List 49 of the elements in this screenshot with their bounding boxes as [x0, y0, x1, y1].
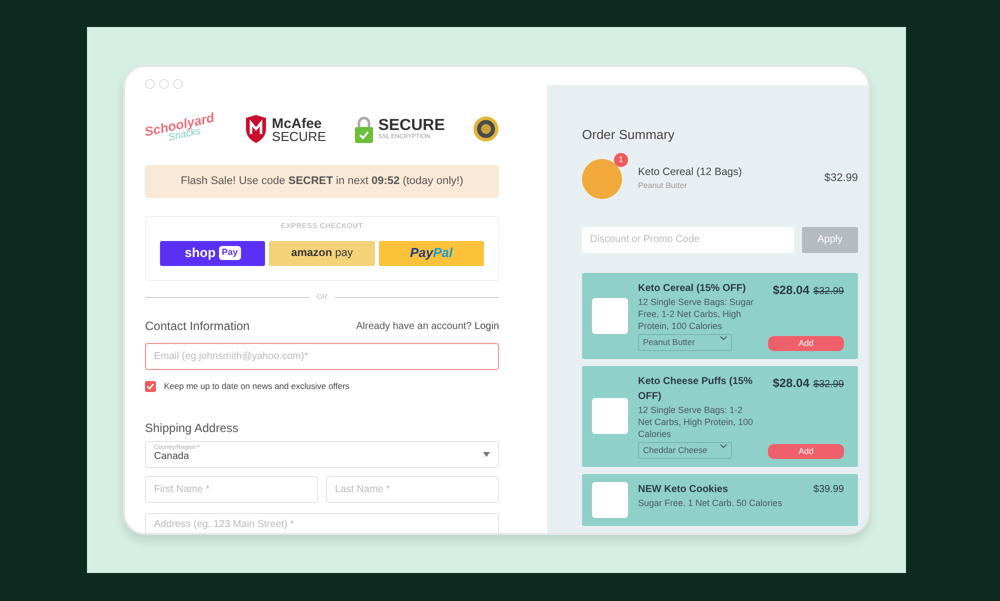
checkbox[interactable]	[145, 380, 156, 392]
logo-text: McAfee	[272, 116, 323, 130]
product-price: $39.99	[813, 482, 844, 497]
section-title: Shipping Address	[145, 420, 240, 437]
variant-dropdown[interactable]: Peanut Butter	[638, 334, 732, 351]
product-image	[592, 398, 628, 434]
last-name-field[interactable]: Last Name *	[326, 476, 499, 503]
product-name: Keto Cereal (15% OFF)	[638, 282, 747, 296]
quantity-badge: 1	[614, 152, 628, 166]
old-price: $32.99	[813, 284, 844, 298]
product-description: 12 Single Serve Bags: Sugar Free, 1-2 Net Carbs, High Protein, 100 Calories	[638, 296, 755, 332]
seal-icon	[473, 116, 499, 142]
old-price: $32.99	[813, 378, 844, 392]
first-name-field[interactable]: First Name *	[145, 476, 318, 503]
shield-icon	[244, 115, 268, 143]
caret-icon	[483, 452, 490, 457]
address-field[interactable]: Address (eg. 123 Main Street) *	[145, 513, 499, 533]
field-value: Canada	[154, 451, 190, 464]
window-dot-icon	[173, 79, 183, 89]
window-dot-icon	[159, 79, 169, 89]
paypal-button[interactable]: PayPal	[378, 240, 484, 266]
product-name: Keto Cheese Puffs (15% OFF)	[638, 374, 754, 404]
logo-text: SECURE	[378, 118, 445, 134]
chevron-icon	[720, 336, 727, 340]
window-dot-icon	[145, 79, 155, 89]
section-title: Contact Information	[145, 318, 250, 335]
flash-sale-banner: Flash Sale! Use code SECRET in next 09:52 (today only!)	[145, 165, 499, 198]
email-field[interactable]: Email (eg.johnsmith@yahoo.com)*	[145, 343, 499, 370]
product-image	[592, 482, 628, 518]
product-description: 12 Single Serve Bags: 1-2 Net Carbs, High Protein, 100 Calories	[638, 404, 754, 440]
item-name: Keto Cereal (12 Bags)	[638, 164, 743, 180]
checkbox-label: Keep me up to date on news and exclusive offers	[164, 380, 350, 393]
login-link[interactable]: Login	[474, 320, 499, 332]
logo-text: SECURE	[272, 130, 326, 142]
shop-pay-button[interactable]: shop Pay	[160, 240, 266, 266]
chevron-icon	[720, 444, 727, 448]
item-variant: Peanut Butter	[638, 180, 688, 192]
product-image	[592, 298, 628, 334]
product-name: NEW Keto Cookies	[638, 482, 730, 497]
product-description: Sugar Free. 1 Net Carb. 50 Calories	[638, 496, 784, 509]
account-prompt: Already have an account? Login	[356, 320, 499, 334]
amazon-pay-button[interactable]: amazon pay	[269, 240, 375, 266]
product-price: $28.04	[772, 374, 810, 392]
product-price: $28.04	[772, 282, 810, 298]
section-title: Order Summary	[582, 126, 676, 144]
item-price: $32.99	[824, 171, 858, 186]
product-image	[582, 158, 622, 198]
padlock-icon	[354, 115, 374, 143]
variant-dropdown[interactable]: Cheddar Cheese	[638, 442, 732, 459]
